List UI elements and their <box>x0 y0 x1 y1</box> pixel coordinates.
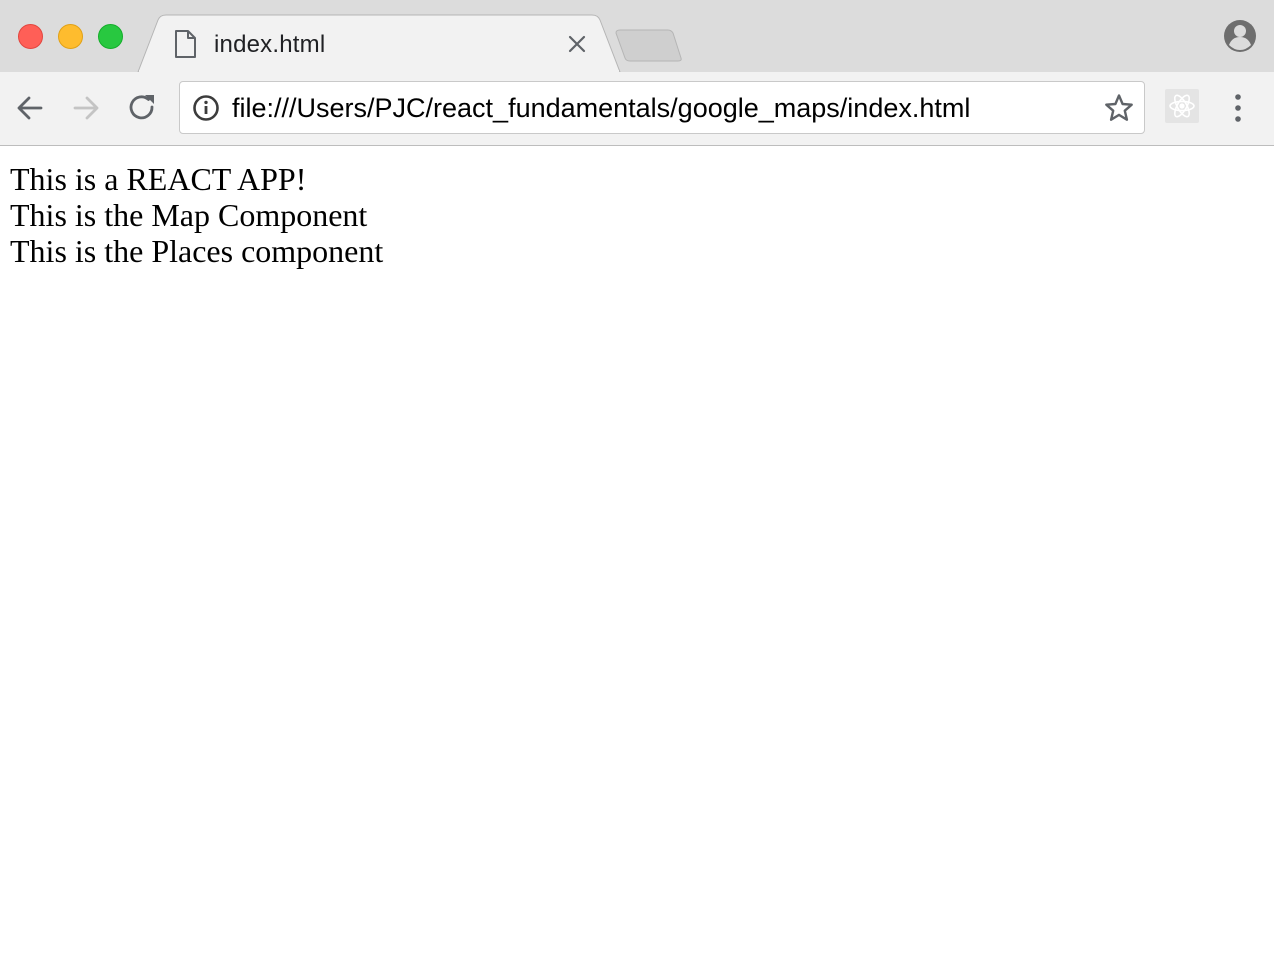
tab-index-html[interactable]: index.html <box>160 14 608 72</box>
page-content: This is a REACT APP! This is the Map Com… <box>0 147 1274 976</box>
places-component-text: This is the Places component <box>10 233 384 269</box>
title-bar: index.html <box>0 0 1274 72</box>
document-icon <box>174 30 196 63</box>
reload-icon[interactable] <box>126 92 158 129</box>
profile-icon[interactable] <box>1222 18 1258 59</box>
react-devtools-icon[interactable] <box>1165 89 1199 123</box>
map-component-text: This is the Map Component <box>10 197 368 233</box>
tab-close-icon[interactable] <box>568 35 586 58</box>
new-tab-button[interactable] <box>615 29 682 62</box>
address-bar[interactable]: file:///Users/PJC/react_fundamentals/goo… <box>179 81 1145 134</box>
url-text[interactable]: file:///Users/PJC/react_fundamentals/goo… <box>232 93 970 124</box>
react-app-text: This is a REACT APP! <box>10 161 307 197</box>
star-icon[interactable] <box>1104 93 1134 128</box>
info-icon[interactable] <box>192 94 220 127</box>
forward-arrow-icon[interactable] <box>70 92 102 129</box>
back-arrow-icon[interactable] <box>14 92 46 129</box>
tab-title: index.html <box>214 31 326 58</box>
more-vert-icon[interactable] <box>1226 92 1250 129</box>
browser-toolbar: file:///Users/PJC/react_fundamentals/goo… <box>0 72 1274 146</box>
